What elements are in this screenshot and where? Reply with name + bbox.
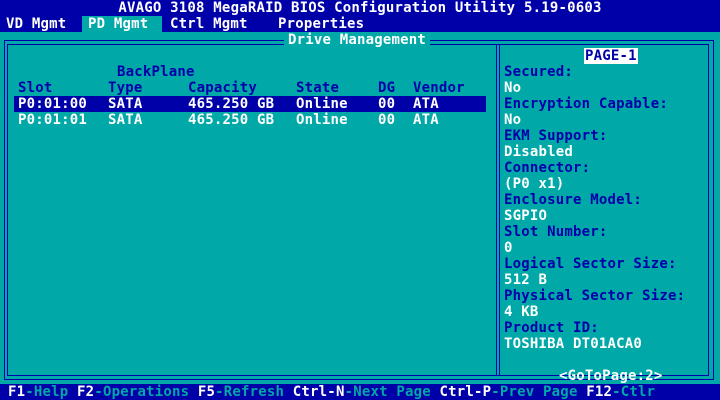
prop-value-encryption-capable: No	[504, 112, 522, 128]
menu-ctrl-mgmt[interactable]: Ctrl Mgmt	[170, 16, 248, 32]
column-header-slot: Slot	[18, 80, 53, 96]
prop-label-logical-sector-size: Logical Sector Size:	[504, 256, 677, 272]
drive-vendor: ATA	[413, 112, 439, 128]
drive-state: Online	[296, 112, 348, 128]
prop-label-secured: Secured:	[504, 64, 574, 80]
drive-dg: 00	[378, 112, 396, 128]
app-title: AVAGO 3108 MegaRAID BIOS Configuration U…	[118, 0, 602, 16]
hotkey-f2[interactable]: F2	[77, 384, 94, 400]
prop-value-secured: No	[504, 80, 522, 96]
hotkey-f1-desc: -Help	[25, 384, 78, 400]
hotkey-ctrl-p-desc: -Prev Page	[491, 384, 587, 400]
menu-properties[interactable]: Properties	[278, 16, 364, 32]
hotkey-f2-desc: -Operations	[94, 384, 198, 400]
prop-value-product-id: TOSHIBA DT01ACA0	[504, 336, 643, 352]
backplane-label: BackPlane	[117, 64, 195, 80]
drive-row[interactable]: P0:01:01 SATA 465.250 GB Online 00 ATA	[14, 112, 486, 128]
goto-page-link[interactable]: <GoToPage:2>	[559, 368, 663, 384]
column-header-capacity: Capacity	[188, 80, 258, 96]
prop-label-enclosure-model: Enclosure Model:	[504, 192, 643, 208]
column-header-state: State	[296, 80, 340, 96]
drive-vendor: ATA	[413, 96, 439, 112]
title-bar: AVAGO 3108 MegaRAID BIOS Configuration U…	[0, 0, 720, 16]
drive-slot: P0:01:00	[18, 96, 88, 112]
hotkey-ctrl-p[interactable]: Ctrl-P	[440, 384, 492, 400]
hotkey-ctrl-n-desc: -Next Page	[344, 384, 440, 400]
drive-slot: P0:01:01	[18, 112, 88, 128]
hotkey-ctrl-n[interactable]: Ctrl-N	[293, 384, 345, 400]
drive-type: SATA	[108, 96, 143, 112]
drive-row-selected[interactable]: P0:01:00 SATA 465.250 GB Online 00 ATA	[14, 96, 486, 112]
drive-capacity: 465.250 GB	[188, 112, 275, 128]
menu-pd-mgmt[interactable]: PD Mgmt	[82, 16, 162, 32]
column-header-dg: DG	[378, 80, 396, 96]
prop-value-physical-sector-size: 4 KB	[504, 304, 539, 320]
status-hints: F1-Help F2-Operations F5-Refresh Ctrl-N-…	[8, 384, 655, 400]
prop-value-connector: (P0 x1)	[504, 176, 565, 192]
column-header-vendor: Vendor	[413, 80, 465, 96]
drive-management-title: Drive Management	[284, 32, 431, 48]
drive-dg: 00	[378, 96, 396, 112]
prop-value-ekm-support: Disabled	[504, 144, 574, 160]
prop-value-logical-sector-size: 512 B	[504, 272, 548, 288]
column-header-type: Type	[108, 80, 143, 96]
hotkey-f5[interactable]: F5	[198, 384, 215, 400]
hotkey-f12[interactable]: F12	[586, 384, 612, 400]
hotkey-f1[interactable]: F1	[8, 384, 25, 400]
prop-label-physical-sector-size: Physical Sector Size:	[504, 288, 686, 304]
menu-bar: VD Mgmt PD Mgmt Ctrl Mgmt Properties	[0, 16, 720, 32]
menu-vd-mgmt[interactable]: VD Mgmt	[6, 16, 66, 32]
prop-label-product-id: Product ID:	[504, 320, 599, 336]
drive-capacity: 465.250 GB	[188, 96, 275, 112]
hotkey-f12-desc: -Ctlr	[612, 384, 656, 400]
prop-value-slot-number: 0	[504, 240, 513, 256]
drive-type: SATA	[108, 112, 143, 128]
pane-divider	[496, 44, 500, 376]
bios-screen: AVAGO 3108 MegaRAID BIOS Configuration U…	[0, 0, 720, 400]
hotkey-f5-desc: -Refresh	[215, 384, 293, 400]
drive-state: Online	[296, 96, 348, 112]
status-bar: F1-Help F2-Operations F5-Refresh Ctrl-N-…	[0, 384, 720, 400]
page-indicator: PAGE-1	[584, 48, 638, 64]
prop-label-ekm-support: EKM Support:	[504, 128, 608, 144]
prop-label-connector: Connector:	[504, 160, 591, 176]
prop-value-enclosure-model: SGPIO	[504, 208, 548, 224]
prop-label-slot-number: Slot Number:	[504, 224, 608, 240]
prop-label-encryption-capable: Encryption Capable:	[504, 96, 668, 112]
